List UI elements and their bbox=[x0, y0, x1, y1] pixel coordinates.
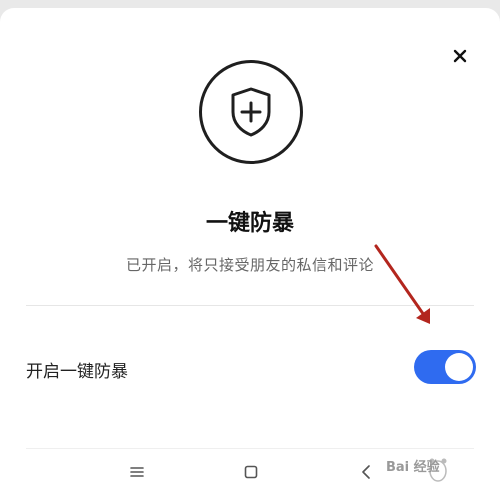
menu-icon bbox=[130, 467, 144, 477]
watermark-text: Bai 经验 bbox=[386, 460, 440, 475]
back-button[interactable] bbox=[352, 460, 380, 484]
divider bbox=[26, 448, 474, 449]
back-chevron-icon bbox=[362, 465, 370, 479]
close-button[interactable] bbox=[448, 44, 472, 68]
setting-label: 开启一键防暴 bbox=[26, 362, 128, 382]
close-icon bbox=[453, 49, 467, 63]
dialog-sheet: 一键防暴 已开启，将只接受朋友的私信和评论 开启一键防暴 bbox=[0, 8, 500, 500]
home-square-icon bbox=[244, 465, 258, 479]
toggle-knob bbox=[445, 353, 473, 381]
divider bbox=[26, 305, 474, 306]
dialog-title: 一键防暴 bbox=[205, 211, 294, 236]
anti-harassment-toggle[interactable] bbox=[414, 350, 476, 384]
shield-plus-icon bbox=[231, 87, 271, 137]
home-button[interactable] bbox=[237, 460, 265, 484]
menu-button[interactable] bbox=[123, 460, 151, 484]
dialog-subtitle: 已开启，将只接受朋友的私信和评论 bbox=[125, 256, 374, 274]
shield-badge bbox=[199, 60, 303, 164]
